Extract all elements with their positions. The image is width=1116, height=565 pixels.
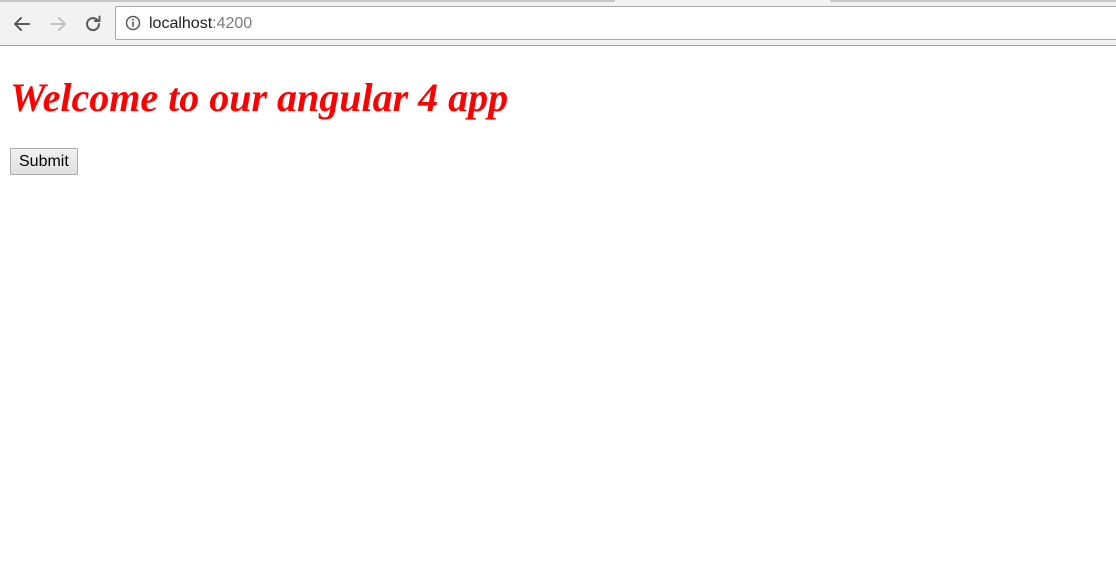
address-bar[interactable]: localhost:4200 [115, 6, 1116, 40]
info-icon[interactable] [125, 15, 141, 31]
page-content: Welcome to our angular 4 app Submit [0, 47, 1116, 565]
reload-icon [86, 15, 101, 32]
url-text[interactable]: localhost:4200 [149, 14, 252, 34]
tab-strip-segment [830, 0, 1116, 2]
tab-strip-segment [0, 0, 615, 2]
url-host: localhost [149, 15, 213, 32]
url-port: :4200 [212, 15, 253, 32]
browser-toolbar: localhost:4200 [0, 0, 1116, 46]
arrow-right-icon [50, 17, 66, 31]
submit-button[interactable]: Submit [10, 148, 78, 175]
back-button[interactable] [9, 11, 35, 37]
forward-button[interactable] [45, 11, 71, 37]
arrow-left-icon [14, 17, 30, 31]
reload-button[interactable] [80, 11, 106, 37]
page-title: Welcome to our angular 4 app [10, 75, 509, 120]
